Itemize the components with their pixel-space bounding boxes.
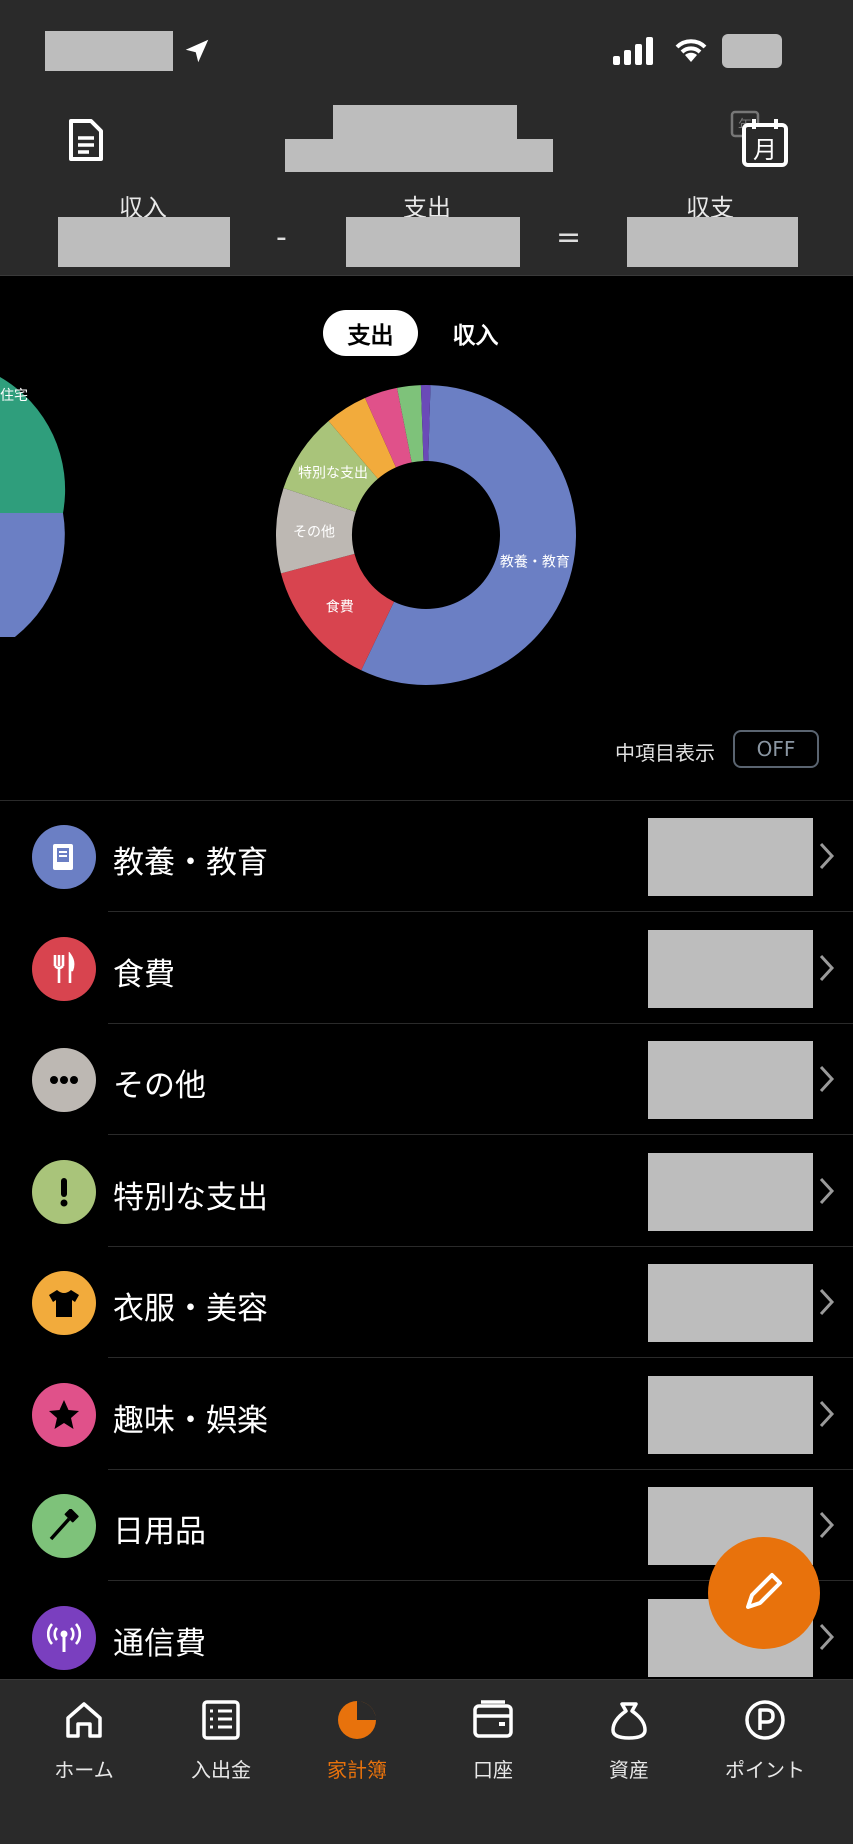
category-label: その他 — [113, 1068, 206, 1104]
category-label: 特別な支出 — [113, 1179, 268, 1216]
exclamation-icon — [32, 1159, 96, 1224]
nav-label: 入出金 — [191, 1758, 251, 1782]
redacted-income-amount — [58, 217, 230, 267]
donut-slice-label: 食費 — [326, 598, 354, 615]
list-item[interactable]: 趣味・娯楽 — [0, 1359, 853, 1470]
chevron-right-icon — [816, 1176, 836, 1206]
signal-icon — [613, 37, 653, 65]
list-item[interactable]: 教養・教育 — [0, 801, 853, 912]
nav-item[interactable]: ホーム — [16, 1698, 152, 1783]
calendar-switch-button[interactable]: 年 月 — [725, 105, 795, 171]
tab-expense[interactable]: 支出 — [323, 310, 418, 356]
nav-label: ポイント — [725, 1758, 805, 1782]
document-icon — [69, 119, 103, 161]
donut-slice-label: 特別な支出 — [298, 466, 368, 482]
sub-category-toggle[interactable]: OFF — [733, 730, 819, 768]
redacted-amount — [648, 1041, 813, 1119]
minus-sign: - — [276, 220, 287, 255]
list-item[interactable]: 衣服・美容 — [0, 1247, 853, 1358]
antenna-icon — [32, 1605, 96, 1670]
summary-header: 年 月 収入 - 支出 = 収支 — [0, 100, 853, 276]
redacted-period-title — [333, 105, 517, 139]
side-chart-label: 住宅 — [0, 388, 28, 404]
money-bag-icon — [607, 1698, 651, 1746]
home-icon — [62, 1698, 106, 1746]
expense-income-switch: 支出 収入 — [323, 310, 523, 356]
more-dots-icon — [32, 1048, 96, 1112]
category-label: 趣味・娯楽 — [113, 1402, 268, 1439]
donut-slice-label: 教養・教育 — [500, 553, 570, 570]
report-button[interactable] — [55, 110, 115, 170]
redacted-amount — [648, 1264, 813, 1342]
nav-label: 家計簿 — [327, 1758, 387, 1782]
chevron-right-icon — [816, 841, 836, 871]
wallet-icon — [471, 1698, 515, 1746]
status-bar — [0, 0, 853, 100]
redacted-amount — [648, 1375, 813, 1454]
nav-label: 口座 — [473, 1758, 513, 1782]
redacted-amount — [648, 818, 813, 896]
category-list: 教養・教育食費その他特別な支出衣服・美容趣味・娯楽日用品通信費 — [0, 800, 853, 1679]
category-label: 食費 — [113, 956, 175, 993]
star-icon — [32, 1382, 96, 1447]
wifi-icon — [675, 39, 707, 62]
pencil-icon — [746, 1573, 782, 1609]
chart-area: 支出 収入 住宅 教養・教育食費 その他 特別な支出 中項目表示 OFF — [0, 277, 853, 800]
chevron-right-icon — [816, 1287, 836, 1317]
location-arrow-icon — [185, 39, 209, 63]
side-chart[interactable]: 住宅 — [0, 377, 70, 637]
redacted-battery — [722, 34, 782, 68]
tab-income[interactable]: 収入 — [428, 310, 523, 356]
list-item[interactable]: その他 — [0, 1024, 853, 1135]
chevron-right-icon — [816, 953, 836, 983]
nav-item[interactable]: 家計簿 — [289, 1698, 425, 1783]
calendar-month-icon: 年 月 — [730, 110, 788, 167]
book-icon — [32, 825, 96, 889]
pie-chart-icon — [335, 1698, 379, 1746]
redacted-amount — [648, 929, 813, 1008]
equals-sign: = — [556, 220, 582, 255]
list-item[interactable]: 食費 — [0, 913, 853, 1024]
point-icon — [743, 1698, 787, 1746]
bottom-navigation: ホーム 入出金 家計簿 口座 資産 ポイント — [0, 1679, 853, 1844]
nav-label: 資産 — [609, 1758, 649, 1782]
chevron-right-icon — [816, 1064, 836, 1094]
redacted-time — [45, 31, 173, 71]
nav-item[interactable]: ポイント — [697, 1698, 833, 1783]
donut-slice-label: その他 — [293, 525, 335, 541]
expense-donut-chart[interactable]: 教養・教育食費 その他 特別な支出 — [276, 385, 576, 685]
redacted-amount — [648, 1152, 813, 1231]
category-label: 衣服・美容 — [113, 1291, 268, 1327]
toothbrush-icon — [32, 1494, 96, 1558]
redacted-balance-amount — [627, 217, 798, 267]
list-item[interactable]: 特別な支出 — [0, 1136, 853, 1247]
redacted-expense-amount — [346, 217, 520, 267]
sub-category-toggle-label: 中項目表示 — [615, 741, 715, 765]
redacted-period-range — [285, 139, 553, 172]
list-icon — [199, 1698, 243, 1746]
chevron-right-icon — [816, 1622, 836, 1652]
category-label: 教養・教育 — [113, 845, 268, 881]
nav-label: ホーム — [54, 1758, 114, 1782]
nav-item[interactable]: 資産 — [561, 1698, 697, 1783]
svg-text:月: 月 — [753, 136, 777, 164]
add-entry-button[interactable] — [708, 1537, 820, 1649]
category-label: 通信費 — [113, 1625, 206, 1662]
chevron-right-icon — [816, 1399, 836, 1429]
shirt-icon — [32, 1271, 96, 1335]
chevron-right-icon — [816, 1510, 836, 1540]
fork-knife-icon — [32, 936, 96, 1001]
nav-item[interactable]: 入出金 — [153, 1698, 289, 1783]
category-label: 日用品 — [113, 1514, 206, 1550]
nav-item[interactable]: 口座 — [425, 1698, 561, 1783]
